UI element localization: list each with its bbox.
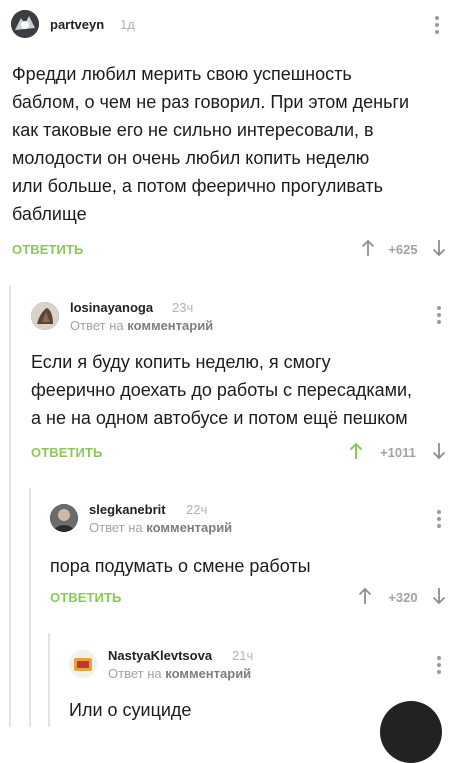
avatar[interactable]	[69, 650, 97, 678]
comment-username[interactable]: slegkanebrit	[89, 502, 166, 517]
avatar[interactable]	[31, 302, 59, 330]
comment-text-line: Фредди любил мерить свою успешность	[12, 64, 352, 84]
more-vertical-icon[interactable]	[434, 16, 440, 37]
thread-line-level-2	[29, 488, 31, 727]
reply-to-label: Ответ на комментарий	[70, 318, 213, 333]
arrow-down-icon[interactable]	[432, 239, 446, 257]
comment-text: Фредди любил мерить свою успешность бабл…	[12, 60, 452, 228]
user-avatar-icon	[11, 10, 39, 38]
reply-to-link[interactable]: комментарий	[127, 318, 213, 333]
more-vertical-icon[interactable]	[436, 656, 442, 677]
more-vertical-icon[interactable]	[436, 510, 442, 531]
user-avatar-icon	[69, 650, 97, 678]
comment-text: Если я буду копить неделю, я смогу феери…	[31, 348, 456, 432]
comment-text: пора подумать о смене работы	[50, 552, 450, 580]
comment-text-line: Или о суициде	[69, 700, 192, 720]
comment-text-line: молодости он очень любил копить неделю	[12, 148, 370, 168]
rating-value: +320	[388, 590, 418, 605]
rating-value: +625	[388, 242, 418, 257]
comment-username[interactable]: partveyn	[50, 17, 104, 32]
thread-line-level-3	[48, 633, 50, 727]
floating-action-button[interactable]	[380, 701, 442, 763]
reply-to-prefix: Ответ на	[89, 520, 143, 535]
comment-time: 21ч	[232, 648, 254, 663]
comment-text-line: а не на одном автобусе и потом ещё пешко…	[31, 408, 408, 428]
comment-text-line: как таковые его не сильно интересовали, …	[12, 120, 374, 140]
arrow-up-icon[interactable]	[358, 587, 372, 605]
reply-button[interactable]: ОТВЕТИТЬ	[12, 242, 83, 257]
arrow-down-icon[interactable]	[432, 442, 446, 460]
avatar[interactable]	[50, 504, 78, 532]
user-avatar-icon	[31, 302, 59, 330]
rating-value: +1011	[380, 445, 416, 460]
reply-button[interactable]: ОТВЕТИТЬ	[50, 590, 121, 605]
arrow-down-icon[interactable]	[432, 587, 446, 605]
comment-username[interactable]: losinayanoga	[70, 300, 153, 315]
comment-text-line: Если я буду копить неделю, я смогу	[31, 352, 331, 372]
more-vertical-icon[interactable]	[436, 306, 442, 327]
comment-text-line: баблом, о чем не раз говорил. При этом д…	[12, 92, 410, 112]
arrow-up-icon[interactable]	[349, 442, 363, 460]
reply-to-link[interactable]: комментарий	[165, 666, 251, 681]
comment-text-line: феерично доехать до работы с пересадками…	[31, 380, 413, 400]
reply-to-label: Ответ на комментарий	[108, 666, 251, 681]
reply-to-label: Ответ на комментарий	[89, 520, 232, 535]
comment-text: Или о суициде	[69, 696, 369, 724]
comment-time: 22ч	[186, 502, 208, 517]
comment-text-line: пора подумать о смене работы	[50, 556, 311, 576]
comment-text-line: баблище	[12, 204, 87, 224]
reply-to-prefix: Ответ на	[70, 318, 124, 333]
user-avatar-icon	[50, 504, 78, 532]
reply-button[interactable]: ОТВЕТИТЬ	[31, 445, 102, 460]
reply-to-link[interactable]: комментарий	[146, 520, 232, 535]
comment-time: 23ч	[172, 300, 194, 315]
reply-to-prefix: Ответ на	[108, 666, 162, 681]
comment-text-line: или больше, а потом феерично прогуливать	[12, 176, 383, 196]
avatar[interactable]	[11, 10, 39, 38]
comment-username[interactable]: NastyaKlevtsova	[108, 648, 212, 663]
comment-time: 1д	[120, 17, 135, 32]
arrow-up-icon[interactable]	[361, 239, 375, 257]
thread-line-level-1	[9, 286, 11, 727]
